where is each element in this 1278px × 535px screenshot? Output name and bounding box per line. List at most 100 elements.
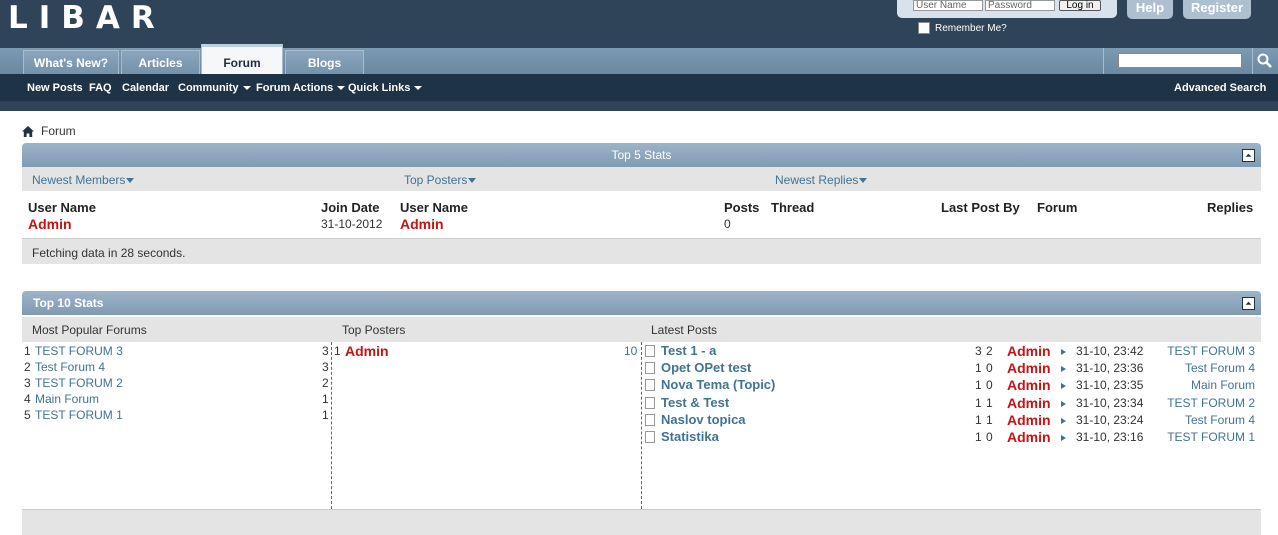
post-replies: 1 <box>975 412 982 427</box>
tab-forum[interactable]: Forum <box>201 44 283 74</box>
remember-checkbox[interactable] <box>918 22 930 34</box>
forum-count: 1 <box>322 392 329 406</box>
forum-count: 3 <box>322 360 329 374</box>
forum-link[interactable]: TEST FORUM 1 <box>35 408 123 422</box>
forum-rank: 5 <box>24 408 31 422</box>
post-time: 31-10, 23:24 <box>1076 412 1144 427</box>
post-user[interactable]: Admin <box>1007 412 1051 428</box>
subnav-community[interactable]: Community <box>178 82 251 94</box>
help-button[interactable]: Help <box>1127 0 1173 19</box>
post-user[interactable]: Admin <box>1007 395 1051 411</box>
post-user[interactable]: Admin <box>1007 360 1051 376</box>
col-posts: Posts <box>724 200 760 215</box>
top5-header: Top 5 Stats <box>22 143 1261 167</box>
login-button[interactable]: Log in <box>1059 0 1101 11</box>
document-icon <box>645 345 655 357</box>
password-input[interactable]: Password <box>985 0 1055 11</box>
forum-link[interactable]: Test Forum 4 <box>35 360 105 374</box>
tab-whats-new[interactable]: What's New? <box>23 50 119 74</box>
subnav-calendar[interactable]: Calendar <box>122 82 169 94</box>
tab-blogs[interactable]: Blogs <box>285 50 364 74</box>
sub-navigation: New Posts FAQ Calendar Community Forum A… <box>0 74 1278 101</box>
go-to-post-icon[interactable] <box>1061 400 1066 407</box>
search-icon[interactable] <box>1256 52 1274 70</box>
col-most-popular-forums: Most Popular Forums <box>32 323 147 337</box>
subnav-forum-actions-label: Forum Actions <box>256 82 334 94</box>
search-input[interactable] <box>1118 53 1242 68</box>
col-thread: Thread <box>771 200 815 215</box>
post-forum-link[interactable]: TEST FORUM 2 <box>1167 396 1255 410</box>
post-forum-link[interactable]: TEST FORUM 3 <box>1167 344 1255 358</box>
username-input[interactable]: User Name <box>913 0 983 11</box>
post-views: 1 <box>986 412 993 427</box>
chevron-down-icon <box>337 86 346 91</box>
forum-link[interactable]: TEST FORUM 2 <box>35 376 123 390</box>
tab-newest-members[interactable]: Newest Members <box>32 173 135 187</box>
subnav-community-label: Community <box>178 82 239 94</box>
go-to-post-icon[interactable] <box>1061 349 1066 355</box>
forum-rank: 3 <box>24 376 31 390</box>
top5-title: Top 5 Stats <box>611 148 672 162</box>
post-title-link[interactable]: Test & Test <box>661 395 729 410</box>
subnav-faq[interactable]: FAQ <box>89 82 112 94</box>
breadcrumb-current[interactable]: Forum <box>41 124 76 138</box>
forum-link[interactable]: TEST FORUM 3 <box>35 344 123 358</box>
col-top-posters: Top Posters <box>342 323 406 337</box>
tab-articles[interactable]: Articles <box>121 50 200 74</box>
top-poster-name[interactable]: Admin <box>400 216 444 232</box>
post-views: 1 <box>986 395 993 410</box>
forum-rank: 4 <box>24 392 31 406</box>
tab-newest-replies[interactable]: Newest Replies <box>775 173 868 187</box>
post-user[interactable]: Admin <box>1007 343 1051 359</box>
post-user[interactable]: Admin <box>1007 429 1051 445</box>
post-title-link[interactable]: Test 1 - a <box>661 343 716 358</box>
post-user[interactable]: Admin <box>1007 377 1051 393</box>
post-title-link[interactable]: Nova Tema (Topic) <box>661 377 775 392</box>
post-forum-link[interactable]: TEST FORUM 1 <box>1167 430 1255 444</box>
post-views: 0 <box>986 378 993 393</box>
register-button[interactable]: Register <box>1183 0 1251 19</box>
post-forum-link[interactable]: Test Forum 4 <box>1185 413 1255 427</box>
go-to-post-icon[interactable] <box>1061 435 1066 441</box>
chevron-down-icon <box>468 178 477 184</box>
advanced-search-link[interactable]: Advanced Search <box>1174 82 1266 94</box>
subnav-new-posts[interactable]: New Posts <box>27 82 83 94</box>
top10-footer <box>22 509 1261 535</box>
post-time: 31-10, 23:35 <box>1076 378 1144 393</box>
go-to-post-icon[interactable] <box>1061 366 1066 373</box>
collapse-icon[interactable] <box>1242 297 1255 310</box>
go-to-post-icon[interactable] <box>1061 417 1066 424</box>
post-forum-link[interactable]: Test Forum 4 <box>1185 361 1255 375</box>
chevron-down-icon <box>414 86 423 91</box>
post-forum-link[interactable]: Main Forum <box>1191 378 1255 392</box>
column-divider <box>331 342 332 509</box>
home-icon[interactable] <box>22 125 34 137</box>
site-logo[interactable]: LIBAR <box>8 0 166 36</box>
tab-top-posters[interactable]: Top Posters <box>404 173 477 187</box>
site-header: LIBAR User Name Password Log in Help Reg… <box>0 0 1278 48</box>
forum-count: 3 <box>322 344 329 358</box>
col-user-name: User Name <box>28 200 96 215</box>
post-title-link[interactable]: Statistika <box>661 429 719 444</box>
post-title-link[interactable]: Naslov topica <box>661 412 746 427</box>
collapse-icon[interactable] <box>1242 149 1255 162</box>
top5-footer: Fetching data in 28 seconds. <box>22 238 1261 264</box>
col-replies: Replies <box>1207 200 1254 215</box>
forum-link[interactable]: Main Forum <box>35 392 99 406</box>
newest-member-name[interactable]: Admin <box>28 216 72 232</box>
go-to-post-icon[interactable] <box>1061 383 1066 390</box>
remember-me[interactable]: Remember Me? <box>918 22 1007 34</box>
poster-name[interactable]: Admin <box>345 343 389 359</box>
post-time: 31-10, 23:36 <box>1076 361 1144 376</box>
poster-count[interactable]: 10 <box>624 344 637 358</box>
post-time: 31-10, 23:34 <box>1076 395 1144 410</box>
top5-stats-block: Top 5 Stats Newest Members Top Posters N… <box>22 143 1261 264</box>
subnav-quick-links[interactable]: Quick Links <box>348 82 423 94</box>
document-icon <box>645 413 655 426</box>
posts-value: 0 <box>724 217 731 231</box>
post-title-link[interactable]: Opet OPet test <box>661 360 751 375</box>
col-join-date: Join Date <box>321 200 380 215</box>
subnav-forum-actions[interactable]: Forum Actions <box>256 82 346 94</box>
post-replies: 1 <box>975 378 982 393</box>
forum-count: 1 <box>322 408 329 422</box>
